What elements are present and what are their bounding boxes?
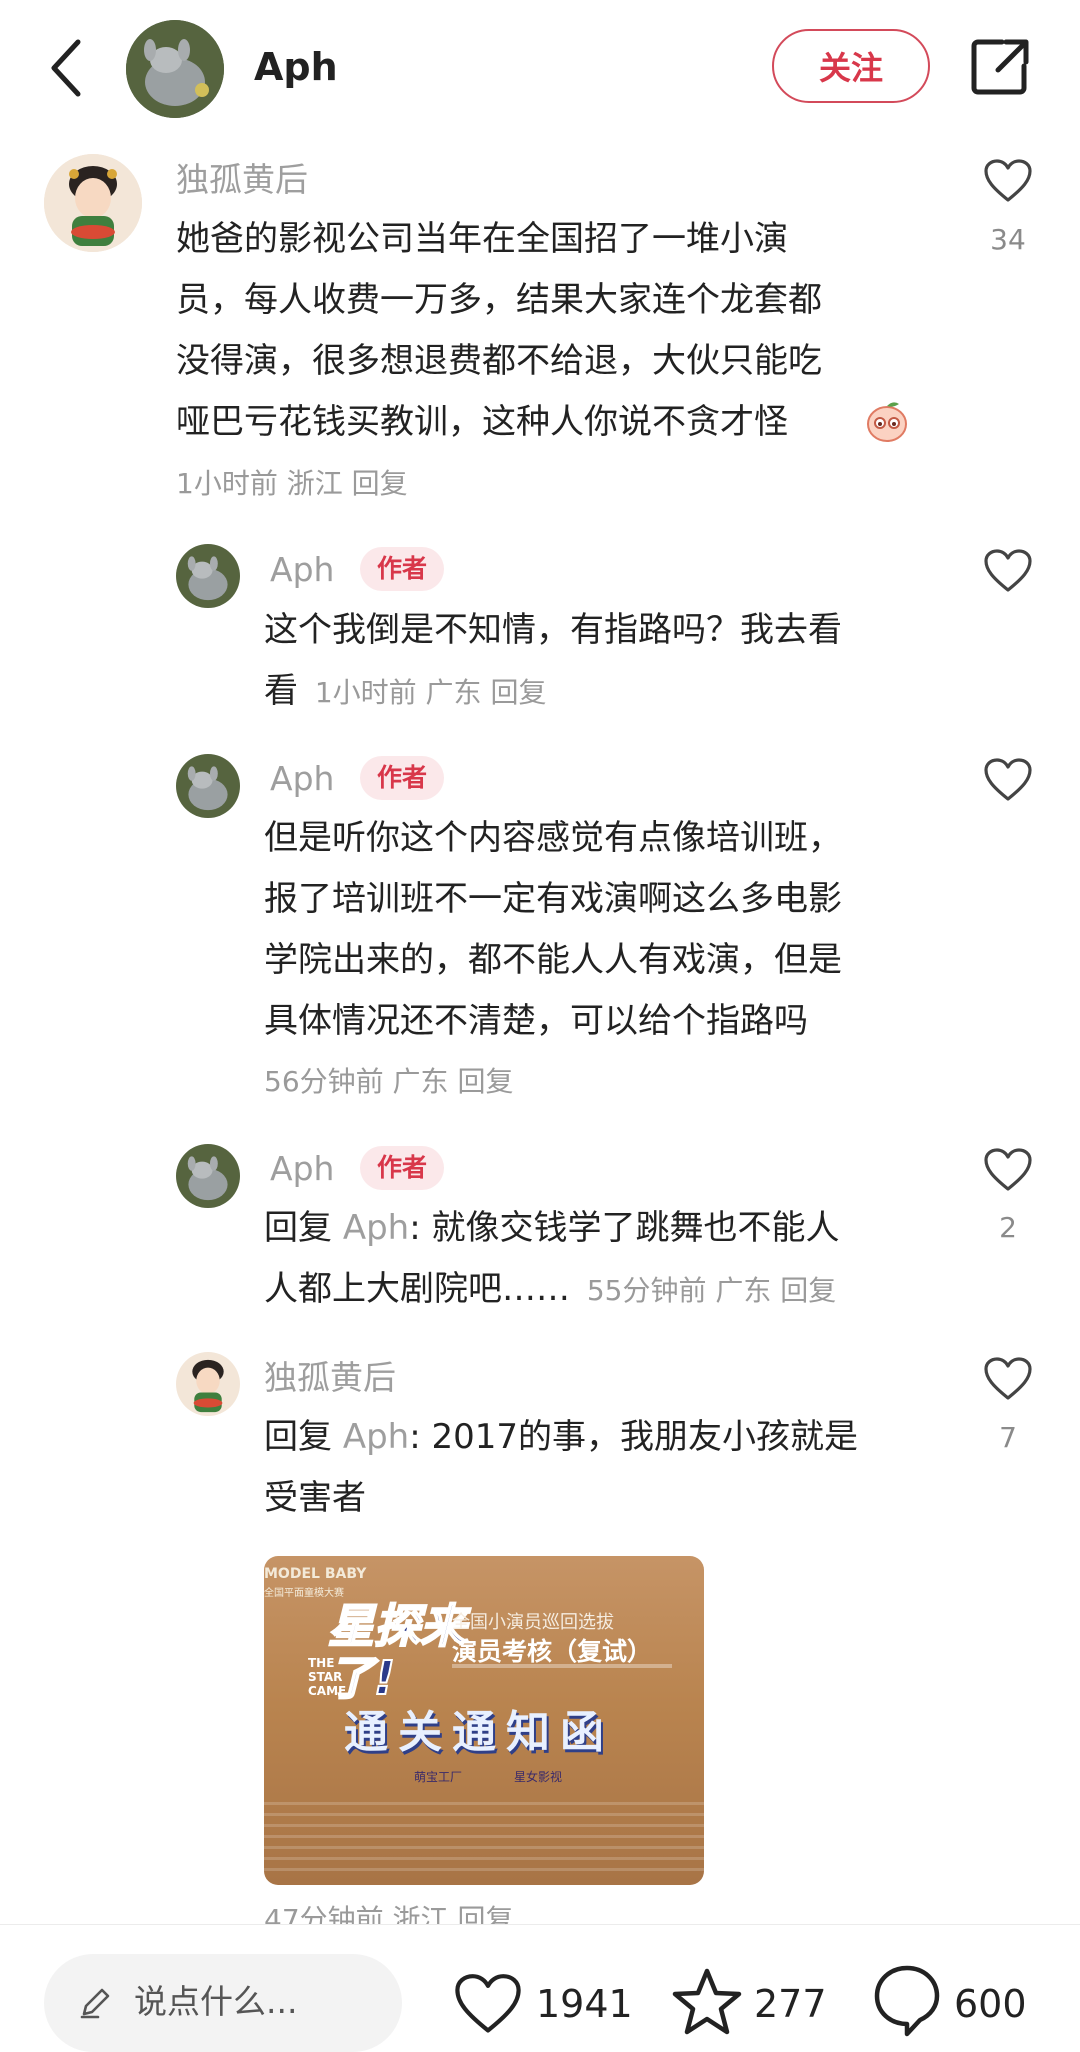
reply-prefix: 回复	[264, 1208, 332, 1248]
image-divider	[452, 1664, 672, 1668]
comment-time: 56分钟前	[264, 1065, 384, 1098]
comment-text-line: 人都上大剧院吧…… 55分钟前 广东 回复	[264, 1259, 836, 1321]
reply-button[interactable]: 回复	[780, 1274, 836, 1307]
comment-location: 浙江	[286, 467, 343, 500]
comment-text-line: 这个我倒是不知情，有指路吗？我去看	[264, 610, 842, 650]
comment-text-line: 报了培训班不一定有戏演啊这么多电影	[264, 879, 842, 919]
like-heart-icon[interactable]	[983, 1147, 1033, 1193]
comment-meta: 55分钟前 广东 回复	[587, 1274, 836, 1307]
author-badge: 作者	[360, 756, 445, 800]
comment-input-placeholder[interactable]: 说点什么...	[134, 1978, 297, 2026]
author-name[interactable]: Aph	[254, 40, 338, 94]
comment-text-line: 她爸的影视公司当年在全国招了一堆小演	[176, 219, 788, 259]
like-count: 2	[999, 1211, 1017, 1244]
comment-text: 2017的事，我朋友小孩就是	[431, 1417, 859, 1457]
comment-text-line: 没得演，很多想退费都不给退，大伙只能吃	[176, 341, 822, 381]
comment-time: 55分钟前	[586, 1274, 707, 1307]
comment-text-line: 看 1小时前 广东 回复	[264, 661, 546, 723]
like-heart-icon[interactable]	[452, 1972, 524, 2036]
commenter-avatar[interactable]	[176, 754, 240, 818]
comment-location: 广东	[425, 676, 482, 709]
image-headline: 通关通知函	[344, 1707, 614, 1758]
post-star-count: 277	[754, 1982, 827, 2026]
comment-text-line: 具体情况还不清楚，可以给个指路吗	[264, 1001, 808, 1041]
reply-button[interactable]: 回复	[352, 467, 408, 500]
commenter-name[interactable]: Aph	[270, 1147, 334, 1191]
comment-text-line: 学院出来的，都不能人人有戏演，但是	[264, 940, 842, 980]
author-badge: 作者	[360, 547, 445, 591]
commenter-avatar[interactable]	[176, 544, 240, 608]
reply-button[interactable]: 回复	[457, 1065, 513, 1098]
comment-text-line: 员，每人收费一万多，结果大家连个龙套都	[176, 280, 822, 320]
comment-text-tail: 看	[264, 671, 298, 711]
post-comment-count: 600	[954, 1982, 1027, 2026]
post-like-count: 1941	[536, 1982, 633, 2026]
star-icon[interactable]	[670, 1966, 744, 2038]
commenter-avatar[interactable]	[176, 1144, 240, 1208]
like-count: 7	[999, 1421, 1017, 1454]
reply-to-name[interactable]: Aph	[343, 1417, 409, 1457]
image-fine-print	[264, 1802, 704, 1878]
comment-attached-image[interactable]: MODEL BABY 全国平面童模大赛 星探来了! THE STAR CAME …	[264, 1556, 704, 1885]
comment-location: 广东	[715, 1274, 772, 1307]
comment-text-tail: 人都上大剧院吧……	[264, 1269, 570, 1309]
image-subtitle-main: 演员考核（复试）	[452, 1637, 653, 1666]
commenter-name[interactable]: Aph	[270, 757, 334, 801]
commenter-avatar[interactable]	[176, 1352, 240, 1416]
comment-text-line: 但是听你这个内容感觉有点像培训班，	[264, 818, 842, 858]
image-sponsor-2: 星女影视	[514, 1770, 563, 1784]
peach-emoji-icon	[867, 402, 907, 442]
author-badge: 作者	[360, 1146, 445, 1190]
commenter-name[interactable]: 独孤黄后	[176, 158, 308, 202]
comment-text: 就像交钱学了跳舞也不能人	[431, 1208, 840, 1248]
comment-location: 广东	[392, 1065, 449, 1098]
author-avatar[interactable]	[126, 20, 224, 118]
comment-meta: 56分钟前 广东 回复	[264, 1062, 513, 1102]
comment-time: 1小时前	[176, 467, 278, 500]
like-count: 34	[990, 223, 1026, 256]
like-heart-icon[interactable]	[983, 548, 1033, 594]
commenter-name[interactable]: Aph	[270, 548, 334, 592]
reply-button[interactable]: 回复	[490, 676, 546, 709]
like-heart-icon[interactable]	[983, 158, 1033, 204]
like-heart-icon[interactable]	[983, 757, 1033, 803]
image-sponsor-1: 萌宝工厂	[414, 1770, 463, 1784]
comment-text-line: 回复 Aph: 2017的事，我朋友小孩就是	[264, 1417, 859, 1457]
comment-meta: 1小时前 浙江 回复	[176, 464, 408, 504]
reply-to-name[interactable]: Aph	[343, 1208, 409, 1248]
follow-button[interactable]: 关注	[772, 29, 930, 103]
comment-text-line: 受害者	[264, 1478, 366, 1518]
like-heart-icon[interactable]	[983, 1356, 1033, 1402]
comment-meta: 1小时前 广东 回复	[315, 676, 547, 709]
commenter-name[interactable]: 独孤黄后	[264, 1356, 396, 1400]
image-subtitle-small: 全国小演员巡回选拔	[452, 1612, 614, 1633]
share-icon[interactable]	[968, 34, 1032, 98]
reply-prefix: 回复	[264, 1417, 332, 1457]
image-brand-sub: 全国平面童模大赛	[264, 1588, 344, 1599]
commenter-avatar[interactable]	[44, 154, 142, 252]
comment-bubble-icon[interactable]	[870, 1962, 944, 2038]
comment-text-line: 哑巴亏花钱买教训，这种人你说不贪才怪	[176, 402, 788, 442]
back-arrow-icon[interactable]	[40, 28, 96, 108]
comment-text-line: 回复 Aph: 就像交钱学了跳舞也不能人	[264, 1208, 840, 1248]
comment-time: 1小时前	[314, 676, 417, 709]
pencil-icon	[80, 1988, 110, 2019]
image-logo-en: THE STAR CAME	[308, 1656, 347, 1698]
image-brand-top: MODEL BABY	[264, 1566, 367, 1582]
